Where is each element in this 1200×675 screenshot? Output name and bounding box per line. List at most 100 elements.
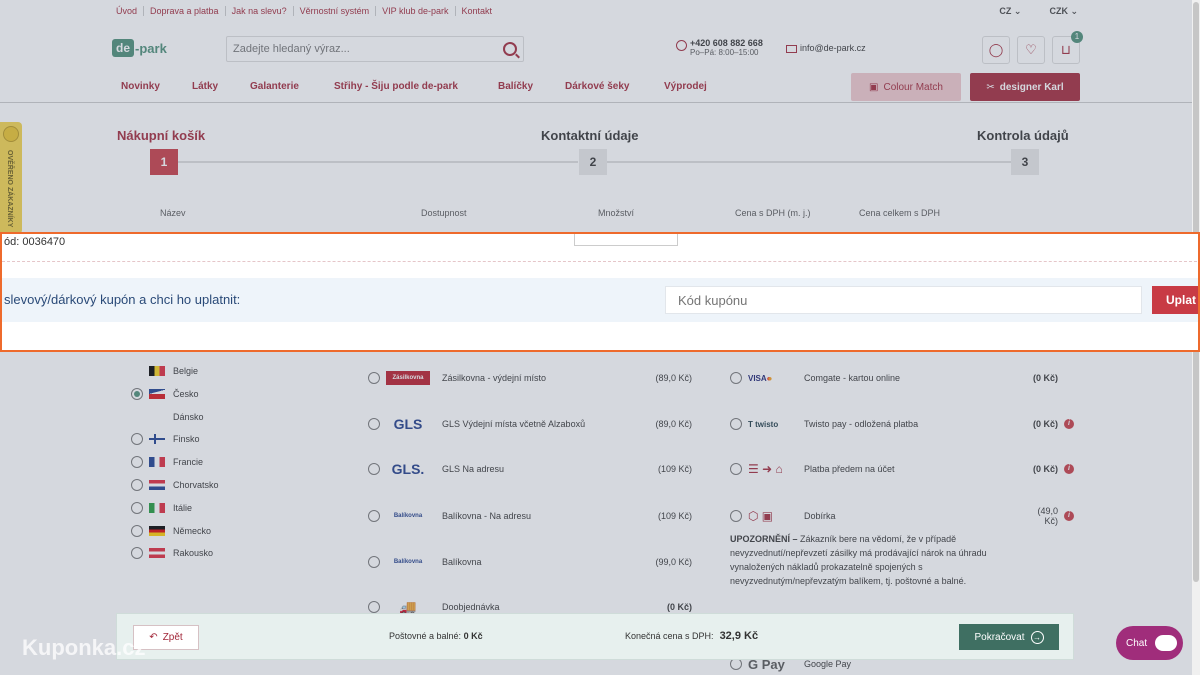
designer-karl-button[interactable]: ✂ designer Karl bbox=[970, 73, 1080, 101]
account-button[interactable]: ◯ bbox=[982, 36, 1010, 64]
shipping-option[interactable]: Balíkovna Balíkovna (99,0 Kč) bbox=[368, 554, 692, 570]
heart-icon: ♡ bbox=[1025, 42, 1037, 57]
shipping-option[interactable]: GLS. GLS Na adresu (109 Kč) bbox=[368, 461, 692, 477]
country-radio[interactable] bbox=[131, 433, 143, 445]
country-name: Francie bbox=[173, 457, 204, 467]
country-name: Itálie bbox=[173, 503, 193, 513]
shipping-price: (89,0 Kč) bbox=[655, 419, 692, 429]
balikovna-logo: Balíkovna bbox=[393, 513, 423, 519]
country-name: Česko bbox=[173, 389, 199, 399]
country-option[interactable]: Rakousko bbox=[131, 546, 213, 560]
country-option[interactable]: Belgie bbox=[131, 364, 198, 378]
shipping-option[interactable]: Balíkovna Balíkovna - Na adresu (109 Kč) bbox=[368, 508, 692, 524]
country-option[interactable]: Chorvatsko bbox=[131, 478, 219, 492]
coupon-strip: slevový/dárkový kupón a chci ho uplatnit… bbox=[2, 278, 1198, 322]
search-icon[interactable] bbox=[503, 42, 517, 56]
payment-option[interactable]: T twisto Twisto pay - odložená platba (0 K… bbox=[730, 416, 1074, 432]
top-link-uvod[interactable]: Úvod bbox=[116, 6, 143, 16]
continue-label: Pokračovat bbox=[974, 631, 1025, 643]
shipping-price: (109 Kč) bbox=[657, 464, 692, 474]
email-contact[interactable]: info@de-park.cz bbox=[786, 43, 866, 53]
payment-radio[interactable] bbox=[730, 510, 742, 522]
gls-logo: GLS bbox=[393, 416, 423, 432]
shipping-option[interactable]: Zásilkovna Zásilkovna - výdejní místo (89,… bbox=[368, 370, 692, 386]
cash-on-delivery-icon: ⬡ ▣ bbox=[748, 509, 774, 523]
top-link-vip[interactable]: VIP klub de-park bbox=[375, 6, 454, 16]
search-input[interactable] bbox=[227, 37, 487, 61]
top-link-doprava[interactable]: Doprava a platba bbox=[143, 6, 225, 16]
colour-match-button[interactable]: ▣ Colour Match bbox=[851, 73, 961, 101]
currency-select[interactable]: CZK ⌄ bbox=[1049, 6, 1078, 17]
cod-warning: UPOZORNĚNÍ – Zákazník bere na vědomí, že… bbox=[730, 532, 1030, 588]
shipping-radio[interactable] bbox=[368, 372, 380, 384]
shipping-radio[interactable] bbox=[368, 601, 380, 613]
shipping-radio[interactable] bbox=[368, 418, 380, 430]
payment-name: Comgate - kartou online bbox=[804, 373, 901, 383]
phone-contact[interactable]: +420 608 882 668 Po–Pá: 8:00–15:00 bbox=[676, 38, 763, 57]
step-3-number[interactable]: 3 bbox=[1011, 149, 1039, 175]
verified-badge[interactable]: OVĚŘENO ZÁKAZNÍKY bbox=[0, 122, 22, 234]
chat-label: Chat bbox=[1126, 637, 1148, 649]
country-option[interactable]: Itálie bbox=[131, 501, 192, 515]
top-link-sleva[interactable]: Jak na slevu? bbox=[224, 6, 293, 16]
country-name: Rakousko bbox=[173, 548, 214, 558]
payment-radio[interactable] bbox=[730, 418, 742, 430]
wishlist-button[interactable]: ♡ bbox=[1017, 36, 1045, 64]
country-radio[interactable] bbox=[131, 502, 143, 514]
country-name: Německo bbox=[173, 526, 212, 536]
payment-option[interactable]: VISA ● ● Comgate - kartou online (0 Kč) bbox=[730, 370, 1058, 386]
quantity-stepper[interactable] bbox=[574, 234, 678, 246]
nav-item-balicky[interactable]: Balíčky bbox=[498, 81, 533, 92]
nav-item-latky[interactable]: Látky bbox=[192, 81, 218, 92]
country-radio[interactable] bbox=[131, 479, 143, 491]
country-option[interactable]: Česko bbox=[131, 387, 199, 401]
nav-item-galanterie[interactable]: Galanterie bbox=[250, 81, 299, 92]
top-link-kontakt[interactable]: Kontakt bbox=[454, 6, 499, 16]
flag-icon bbox=[149, 526, 165, 536]
coupon-code-input[interactable] bbox=[665, 286, 1142, 314]
language-select[interactable]: CZ ⌄ bbox=[999, 6, 1021, 17]
shipping-radio[interactable] bbox=[368, 463, 380, 475]
logo-park: -park bbox=[135, 40, 167, 56]
nav-item-vyprodej[interactable]: Výprodej bbox=[664, 81, 707, 92]
nav-item-darkove-seky[interactable]: Dárkové šeky bbox=[565, 81, 630, 92]
coupon-apply-button[interactable]: Uplat bbox=[1152, 286, 1198, 314]
col-dostupnost: Dostupnost bbox=[421, 208, 467, 218]
payment-option[interactable]: ☰ ➜ ⌂ Platba předem na účet (0 Kč) i bbox=[730, 461, 1074, 477]
back-label: Zpět bbox=[162, 632, 183, 643]
coupon-prompt: slevový/dárkový kupón a chci ho uplatnit… bbox=[4, 292, 241, 307]
shipping-option[interactable]: GLS GLS Výdejní místa včetně Alzaboxů (89,… bbox=[368, 416, 692, 432]
site-logo[interactable]: de -park bbox=[112, 38, 168, 58]
chat-button[interactable]: Chat bbox=[1116, 626, 1183, 660]
payment-option[interactable]: ⬡ ▣ Dobírka (49,0 Kč) i bbox=[730, 506, 1074, 526]
payment-radio[interactable] bbox=[730, 372, 742, 384]
col-cena-celkem: Cena celkem s DPH bbox=[859, 208, 941, 218]
step-2-number[interactable]: 2 bbox=[579, 149, 607, 175]
country-radio[interactable] bbox=[131, 456, 143, 468]
country-option[interactable]: Dánsko bbox=[131, 410, 204, 424]
top-link-vernostni[interactable]: Věrnostní systém bbox=[292, 6, 376, 16]
country-radio[interactable] bbox=[131, 525, 143, 537]
country-radio[interactable] bbox=[131, 547, 143, 559]
country-option[interactable]: Německo bbox=[131, 524, 211, 538]
nav-item-strihy[interactable]: Střihy - Šiju podle de-park bbox=[334, 81, 458, 92]
country-option[interactable]: Finsko bbox=[131, 432, 200, 446]
nav-item-novinky[interactable]: Novinky bbox=[121, 81, 160, 92]
country-radio[interactable] bbox=[131, 388, 143, 400]
country-option[interactable]: Francie bbox=[131, 455, 203, 469]
step-1-number[interactable]: 1 bbox=[150, 149, 178, 175]
cart-button[interactable]: ⊔ 1 bbox=[1052, 31, 1083, 64]
back-arrow-icon: ↶ bbox=[149, 632, 158, 643]
payment-radio[interactable] bbox=[730, 463, 742, 475]
shipping-radio[interactable] bbox=[368, 556, 380, 568]
continue-button[interactable]: Pokračovat → bbox=[959, 624, 1059, 650]
info-icon[interactable]: i bbox=[1064, 511, 1074, 521]
shipping-radio[interactable] bbox=[368, 510, 380, 522]
payment-name: Dobírka bbox=[804, 511, 836, 521]
whatsapp-icon bbox=[676, 40, 687, 51]
info-icon[interactable]: i bbox=[1064, 464, 1074, 474]
gls-logo: GLS. bbox=[391, 461, 425, 477]
info-icon[interactable]: i bbox=[1064, 419, 1074, 429]
flag-icon bbox=[149, 548, 165, 558]
total-value: 32,9 Kč bbox=[719, 630, 759, 642]
